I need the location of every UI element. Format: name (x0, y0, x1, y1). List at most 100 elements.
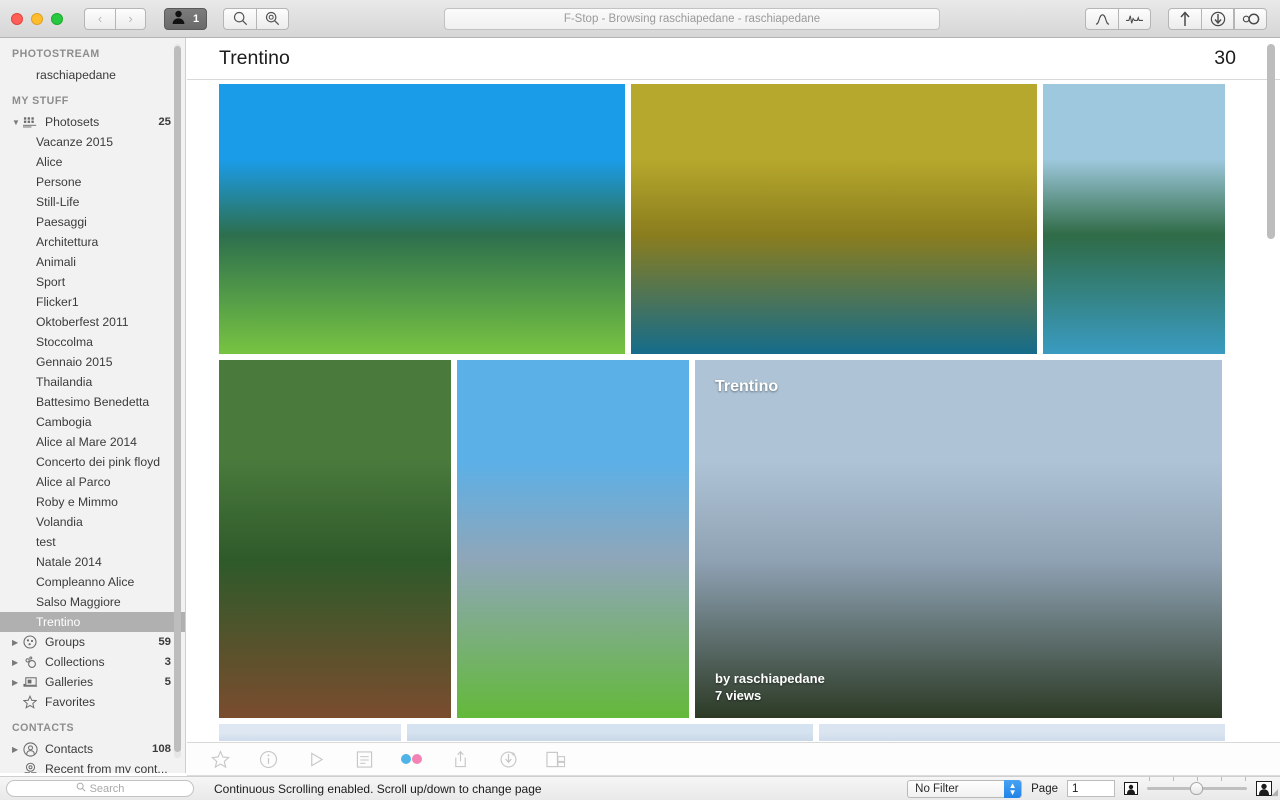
curves-icon[interactable] (1085, 8, 1118, 30)
sidebar-item-alice[interactable]: Alice (0, 152, 185, 172)
sidebar-item-alice-al-parco[interactable]: Alice al Parco (0, 472, 185, 492)
disclosure-triangle-icon[interactable]: ▶ (12, 678, 23, 687)
close-button[interactable] (11, 13, 23, 25)
thumbnail-size-slider[interactable] (1147, 781, 1247, 797)
sidebar-item-battesimo-benedetta[interactable]: Battesimo Benedetta (0, 392, 185, 412)
list-icon[interactable] (351, 747, 377, 771)
back-button[interactable]: ‹ (84, 8, 115, 30)
sidebar-item-collections[interactable]: ▶Collections3 (0, 652, 185, 672)
sidebar-item-count: 59 (158, 636, 171, 648)
bottom-toolbar (187, 742, 1280, 776)
upload-icon[interactable] (1168, 8, 1201, 30)
sidebar-item-label: Architettura (36, 235, 185, 249)
overlap-circles-icon[interactable] (1234, 8, 1267, 30)
content-scrollbar-thumb[interactable] (1267, 44, 1275, 239)
collections-icon (23, 655, 45, 669)
sidebar-item-animali[interactable]: Animali (0, 252, 185, 272)
sidebar-item-trentino[interactable]: Trentino (0, 612, 185, 632)
photo-clouds[interactable] (819, 724, 1225, 741)
sidebar-item-label: Stoccolma (36, 335, 185, 349)
minimize-button[interactable] (31, 13, 43, 25)
chevron-updown-icon: ▲▼ (1004, 780, 1021, 798)
sidebar-item-thailandia[interactable]: Thailandia (0, 372, 185, 392)
photo-snow-peak[interactable] (219, 724, 401, 741)
sidebar-scrollbar[interactable] (174, 44, 181, 758)
large-thumbnail-icon[interactable] (1256, 781, 1272, 796)
sidebar-item-concerto-dei-pink-floyd[interactable]: Concerto dei pink floyd (0, 452, 185, 472)
sidebar-item-test[interactable]: test (0, 532, 185, 552)
disclosure-triangle-icon[interactable]: ▶ (12, 745, 23, 754)
photo-count: 30 (1214, 47, 1236, 70)
sidebar-item-photosets[interactable]: ▼Photosets25 (0, 112, 185, 132)
photo-valley-village[interactable] (457, 360, 689, 718)
slider-tick (1173, 777, 1174, 781)
sidebar-item-alice-al-mare-2014[interactable]: Alice al Mare 2014 (0, 432, 185, 452)
photo-forest-path[interactable] (219, 360, 451, 718)
info-icon[interactable] (255, 747, 281, 771)
sidebar-item-roby-e-mimmo[interactable]: Roby e Mimmo (0, 492, 185, 512)
sidebar-item-volandia[interactable]: Volandia (0, 512, 185, 532)
sidebar-item-oktoberfest-2011[interactable]: Oktoberfest 2011 (0, 312, 185, 332)
favorite-star-icon[interactable] (207, 747, 233, 771)
forward-button[interactable]: › (115, 8, 146, 30)
sidebar-item-label: Groups (45, 635, 158, 649)
sidebar-item-contacts[interactable]: ▶Contacts108 (0, 739, 185, 759)
disclosure-triangle-icon[interactable]: ▶ (12, 638, 23, 647)
download-plus-icon[interactable] (495, 747, 521, 771)
search-input[interactable]: Search (6, 780, 194, 797)
resize-grip[interactable]: ◢ (1271, 787, 1278, 798)
sidebar-item-sport[interactable]: Sport (0, 272, 185, 292)
sidebar-item-architettura[interactable]: Architettura (0, 232, 185, 252)
photo-lake-forest[interactable] (631, 84, 1037, 354)
disclosure-triangle-icon[interactable]: ▼ (12, 118, 23, 127)
sidebar-item-recent-from-my-cont[interactable]: Recent from my cont... (0, 759, 185, 773)
sidebar-item-gennaio-2015[interactable]: Gennaio 2015 (0, 352, 185, 372)
sidebar-item-paesaggi[interactable]: Paesaggi (0, 212, 185, 232)
sidebar-item-vacanze-2015[interactable]: Vacanze 2015 (0, 132, 185, 152)
window-title: F-Stop - Browsing raschiapedane - raschi… (444, 8, 940, 30)
sidebar-item-natale-2014[interactable]: Natale 2014 (0, 552, 185, 572)
share-icon[interactable] (447, 747, 473, 771)
zoom-button[interactable] (51, 13, 63, 25)
color-dots-icon[interactable] (399, 747, 425, 771)
recent-icon (23, 762, 45, 774)
user-account-button[interactable]: 1 (164, 8, 207, 30)
content-scrollbar[interactable] (1267, 44, 1275, 734)
sidebar-item-persone[interactable]: Persone (0, 172, 185, 192)
play-icon[interactable] (303, 747, 329, 771)
disclosure-triangle-icon[interactable]: ▶ (12, 658, 23, 667)
sidebar-item-flicker1[interactable]: Flicker1 (0, 292, 185, 312)
sidebar[interactable]: PHOTOSTREAMraschiapedaneMY STUFF▼Photose… (0, 38, 186, 773)
search-icon[interactable] (223, 8, 256, 30)
sidebar-item-groups[interactable]: ▶ Groups59 (0, 632, 185, 652)
slider-tick (1149, 777, 1150, 781)
photo-row (219, 724, 1280, 741)
sidebar-item-stoccolma[interactable]: Stoccolma (0, 332, 185, 352)
sidebar-item-raschiapedane[interactable]: raschiapedane (0, 65, 185, 85)
small-thumbnail-icon[interactable] (1124, 782, 1138, 795)
advanced-search-icon[interactable] (256, 8, 289, 30)
page-input[interactable]: 1 (1067, 780, 1115, 797)
filter-select[interactable]: No Filter ▲▼ (907, 780, 1022, 798)
sidebar-item-favorites[interactable]: Favorites (0, 692, 185, 712)
sidebar-item-cambogia[interactable]: Cambogia (0, 412, 185, 432)
photo-featured-trentino[interactable]: Trentinoby raschiapedane7 views (695, 360, 1222, 718)
slider-knob[interactable] (1190, 782, 1203, 795)
photo-row (219, 84, 1280, 354)
photo-river-pines[interactable] (1043, 84, 1225, 354)
download-icon[interactable] (1201, 8, 1234, 30)
duplicate-icon[interactable] (543, 747, 569, 771)
photo-mountain-meadow[interactable] (219, 84, 625, 354)
levels-icon[interactable] (1118, 8, 1151, 30)
photo-animal-sky[interactable] (407, 724, 813, 741)
sidebar-item-still-life[interactable]: Still-Life (0, 192, 185, 212)
sidebar-scrollbar-thumb[interactable] (174, 46, 181, 752)
sidebar-item-count: 5 (165, 676, 171, 688)
search-icon (76, 782, 86, 795)
sidebar-item-salso-maggiore[interactable]: Salso Maggiore (0, 592, 185, 612)
sidebar-item-label: Flicker1 (36, 295, 185, 309)
sidebar-item-label: test (36, 535, 185, 549)
sidebar-item-compleanno-alice[interactable]: Compleanno Alice (0, 572, 185, 592)
sidebar-item-galleries[interactable]: ▶Galleries5 (0, 672, 185, 692)
sidebar-section-header: PHOTOSTREAM (0, 38, 185, 65)
